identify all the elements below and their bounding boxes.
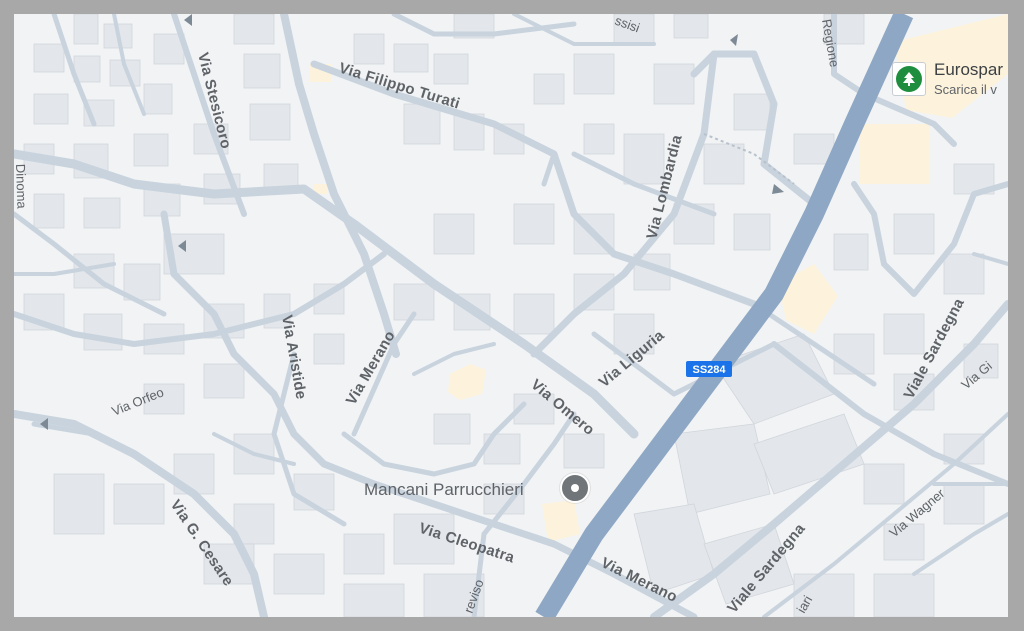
shop-name[interactable]: Eurospar [934,60,1003,80]
pin-icon[interactable] [560,473,590,503]
label-fragment-left: Dinoma [14,164,30,210]
road-shield-ss284: SS284 [686,361,732,377]
shop-subtitle: Scarica il v [934,82,997,97]
svg-text:SS284: SS284 [692,364,726,376]
map-viewport[interactable]: Via Filippo Turati Via Stesicoro Via Lom… [14,14,1008,617]
eurospar-logo-icon[interactable] [892,62,926,96]
map-canvas[interactable]: Via Filippo Turati Via Stesicoro Via Lom… [14,14,1008,617]
poi-label-mancani-parrucchieri[interactable]: Mancani Parrucchieri [364,480,524,500]
tree-icon [903,72,915,86]
